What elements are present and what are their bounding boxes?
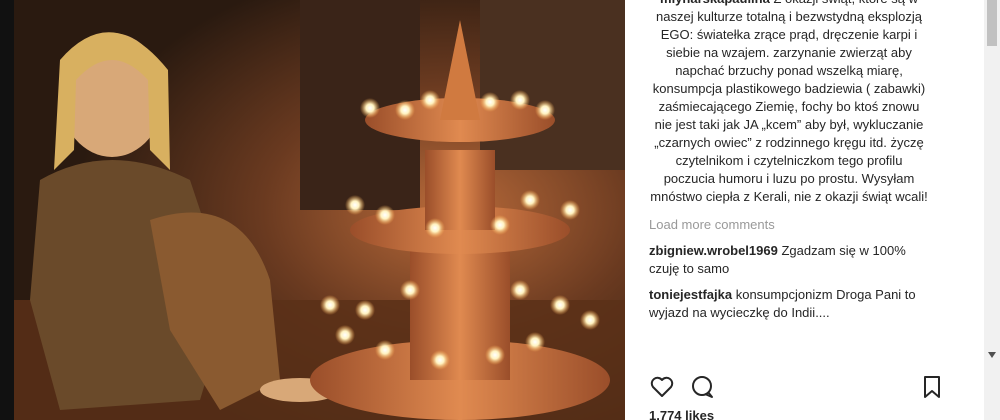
scrollbar[interactable] bbox=[984, 0, 1000, 420]
caption-text: Z okazji świąt, które są w naszej kultur… bbox=[650, 0, 928, 204]
comment-username[interactable]: toniejestfajka bbox=[649, 287, 732, 302]
post-photo[interactable] bbox=[0, 0, 625, 420]
comment-icon[interactable] bbox=[689, 374, 715, 400]
comment-username[interactable]: zbigniew.wrobel1969 bbox=[649, 243, 778, 258]
scroll-down-arrow-icon[interactable] bbox=[988, 352, 996, 358]
post-sidebar: mlynarskapaulina Z okazji świąt, które s… bbox=[625, 0, 1000, 420]
comments-section: mlynarskapaulina Z okazji świąt, które s… bbox=[649, 0, 929, 322]
comment-item: zbigniew.wrobel1969 Zgadzam się w 100% c… bbox=[649, 242, 929, 278]
comment-item: toniejestfajka konsumpcjonizm Droga Pani… bbox=[649, 286, 929, 322]
scroll-thumb[interactable] bbox=[987, 0, 997, 46]
bookmark-icon[interactable] bbox=[919, 374, 945, 400]
post-caption: mlynarskapaulina Z okazji świąt, które s… bbox=[649, 0, 929, 206]
caption-username[interactable]: mlynarskapaulina bbox=[660, 0, 770, 6]
heart-icon[interactable] bbox=[649, 374, 675, 400]
likes-count[interactable]: 1,774 likes bbox=[649, 408, 714, 420]
action-bar bbox=[649, 372, 945, 402]
load-more-comments-link[interactable]: Load more comments bbox=[649, 216, 929, 234]
